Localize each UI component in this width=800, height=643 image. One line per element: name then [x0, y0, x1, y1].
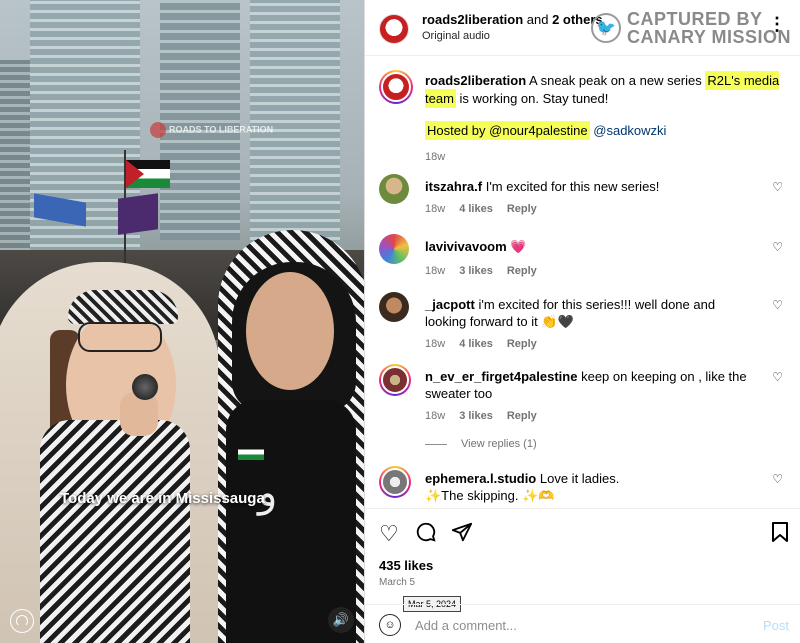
comment-input[interactable]: Add a comment... — [415, 618, 517, 633]
microphone — [132, 374, 158, 400]
reply-button[interactable]: Reply — [507, 203, 537, 215]
like-heart-icon[interactable]: ♡ — [772, 298, 783, 312]
bookmark-icon[interactable] — [771, 521, 789, 549]
canary-mission-watermark: 🐦 CAPTURED BY CANARY MISSION — [591, 10, 791, 46]
view-replies-label: View replies (1) — [461, 438, 537, 450]
keffiyeh-headband — [68, 290, 178, 324]
video-caption: Today we are in Mississauga — [60, 490, 265, 507]
comment-time: 18w — [425, 410, 446, 422]
commenter-avatar[interactable] — [379, 364, 411, 396]
caption-text-1: A sneak peak on a new series — [526, 73, 706, 88]
hosted-by-highlight[interactable]: Hosted by @nour4palestine — [425, 121, 590, 140]
glasses — [78, 322, 162, 352]
comment: ephemera.l.studio Love it ladies. ✨The s… — [379, 466, 789, 508]
comment-likes[interactable]: 4 likes — [459, 338, 493, 350]
tagged-users-icon[interactable] — [10, 609, 34, 633]
comment-text: I'm excited for this new series! — [485, 179, 660, 194]
comment-text: Love it ladies. — [539, 471, 620, 486]
comment-text: 💗 — [510, 239, 527, 254]
purple-flag — [118, 193, 158, 235]
video-watermark: ROADS TO LIBERATION — [150, 122, 273, 138]
canary-bird-icon: 🐦 — [591, 13, 621, 43]
commenter-avatar[interactable] — [379, 174, 409, 204]
author-username[interactable]: roads2liberation — [422, 12, 523, 27]
like-heart-icon[interactable]: ♡ — [772, 370, 783, 384]
like-heart-icon[interactable]: ♡ — [379, 521, 399, 547]
reply-button[interactable]: Reply — [507, 338, 537, 350]
comment-bubble-icon[interactable] — [415, 521, 437, 549]
caption-text-2: is working on. Stay tuned! — [455, 91, 609, 106]
comment-username[interactable]: itszahra.f — [425, 179, 482, 194]
comment-likes[interactable]: 3 likes — [459, 410, 493, 422]
keffiyeh-scarf — [40, 420, 190, 643]
caption-username[interactable]: roads2liberation — [425, 73, 526, 88]
like-heart-icon[interactable]: ♡ — [772, 180, 783, 194]
post-button[interactable]: Post — [763, 618, 789, 633]
and-text: and — [523, 12, 553, 27]
like-count[interactable]: 435 likes — [379, 558, 433, 573]
reply-button[interactable]: Reply — [507, 265, 537, 277]
comment-username[interactable]: ephemera.l.studio — [425, 471, 536, 486]
watermark-line2: CANARY MISSION — [627, 27, 792, 47]
author-avatar[interactable] — [379, 14, 409, 44]
comment-username[interactable]: _jacpott — [425, 297, 475, 312]
comment-username[interactable]: lavivivavoom — [425, 239, 507, 254]
flag-patch — [238, 444, 264, 460]
like-heart-icon[interactable]: ♡ — [772, 240, 783, 254]
shirt-print: ﻭ — [258, 470, 278, 516]
post-panel: roads2liberation and 2 others Original a… — [364, 0, 800, 643]
post-authors[interactable]: roads2liberation and 2 others — [422, 12, 603, 27]
more-options-icon[interactable]: ⋮ — [768, 14, 787, 35]
audio-link[interactable]: Original audio — [422, 30, 490, 42]
commenter-avatar[interactable] — [379, 234, 409, 264]
commenter-avatar[interactable] — [379, 466, 411, 498]
building — [0, 60, 30, 280]
comment-time: 18w — [425, 338, 446, 350]
emoji-icon[interactable]: ☺ — [379, 614, 401, 636]
comment-username[interactable]: n_ev_er_firget4palestine — [425, 369, 577, 384]
comment-time: 18w — [425, 265, 446, 277]
view-replies-button[interactable]: View replies (1) — [425, 438, 537, 450]
post-header: roads2liberation and 2 others Original a… — [365, 0, 800, 56]
watermark-line1: CAPTURED BY — [627, 9, 763, 29]
action-bar: ♡ — [365, 508, 800, 554]
comment-likes[interactable]: 4 likes — [459, 203, 493, 215]
mention-link[interactable]: @sadkowzki — [593, 123, 666, 138]
author-avatar-ring[interactable] — [379, 70, 413, 104]
person-right-face — [246, 272, 334, 390]
speaker-icon[interactable]: 🔊 — [328, 607, 354, 633]
add-comment-bar: ☺ Add a comment... Post — [365, 604, 800, 643]
like-heart-icon[interactable]: ♡ — [772, 472, 783, 486]
reply-button[interactable]: Reply — [507, 410, 537, 422]
commenter-avatar[interactable] — [379, 292, 409, 322]
comment-likes[interactable]: 3 likes — [459, 265, 493, 277]
palestine-flag — [126, 160, 170, 188]
post-date[interactable]: March 5 — [379, 577, 415, 588]
divider-line — [425, 443, 447, 445]
video-player[interactable]: ROADS TO LIBERATION ﻭ Today we are in Mi… — [0, 0, 364, 643]
comment-text-line2: ✨The skipping. ✨🫶 — [425, 488, 555, 503]
share-send-icon[interactable] — [451, 521, 473, 549]
comment-time: 18w — [425, 203, 446, 215]
building — [160, 0, 240, 240]
caption-time: 18w — [425, 151, 446, 163]
